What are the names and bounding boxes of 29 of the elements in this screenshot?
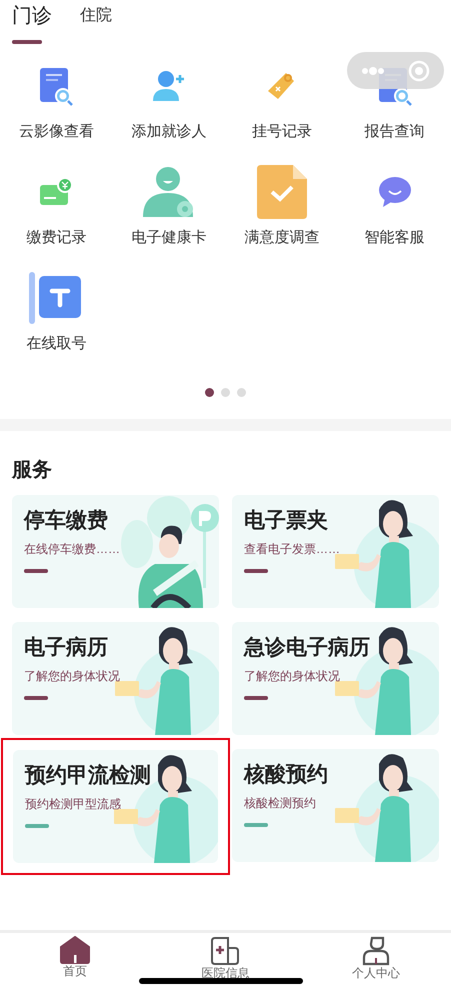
quick-action[interactable]: 添加就诊人 xyxy=(112,56,226,142)
service-card[interactable]: 预约甲流检测 预约检测甲型流感 xyxy=(13,750,218,863)
tab[interactable]: 住院 xyxy=(80,4,112,44)
section-title: 服务 xyxy=(12,458,53,483)
service-card[interactable]: 停车缴费 在线停车缴费…… xyxy=(12,495,219,608)
payment-card-icon xyxy=(39,177,74,207)
person-icon xyxy=(360,936,391,966)
chat-bubble-icon xyxy=(376,176,413,208)
quick-action[interactable]: 电子健康卡 xyxy=(112,162,226,248)
nav-tab[interactable]: 首页 xyxy=(0,936,150,978)
service-card[interactable]: 急诊电子病历 了解您的身体状况 xyxy=(232,622,439,735)
more-icon xyxy=(361,66,385,74)
quick-action[interactable]: 在线取号 xyxy=(0,268,113,354)
service-card[interactable]: 核酸预约 核酸检测预约 xyxy=(232,749,439,862)
ticket-icon xyxy=(29,272,84,324)
document-search-icon xyxy=(38,66,74,106)
nav-tab[interactable]: 个人中心 xyxy=(300,936,451,980)
quick-action[interactable]: 缴费记录 xyxy=(0,162,113,248)
service-card[interactable]: 电子病历 了解您的身体状况 xyxy=(12,622,219,735)
service-card[interactable]: 电子票夹 查看电子发票…… xyxy=(232,495,439,608)
add-person-icon xyxy=(152,69,186,103)
quick-action[interactable]: 智能客服 xyxy=(338,162,451,248)
hospital-card-icon xyxy=(210,936,240,966)
tab[interactable]: 门诊 xyxy=(12,4,52,44)
checked-document-icon xyxy=(256,165,307,219)
home-icon xyxy=(60,936,90,964)
quick-action[interactable]: 满意度调查 xyxy=(226,162,338,248)
quick-action[interactable]: 挂号记录 xyxy=(226,56,338,142)
quick-action[interactable]: 云影像查看 xyxy=(0,56,113,142)
